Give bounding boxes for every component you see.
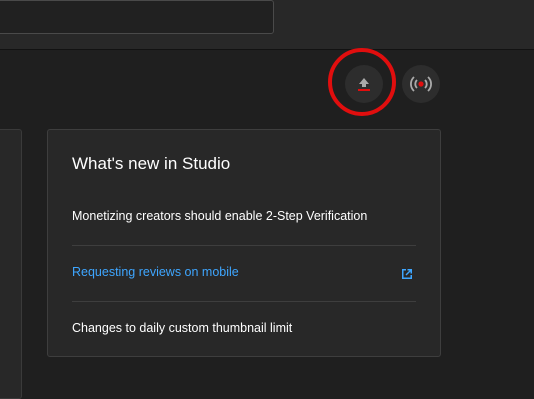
external-link-icon[interactable] (398, 265, 416, 283)
upload-icon (358, 78, 370, 91)
left-dashboard-card (0, 129, 22, 399)
news-item[interactable]: Monetizing creators should enable 2-Step… (72, 208, 416, 224)
news-item[interactable]: Changes to daily custom thumbnail limit (72, 320, 416, 336)
divider (72, 245, 416, 246)
card-title: What's new in Studio (72, 154, 231, 173)
search-input[interactable] (0, 0, 274, 34)
go-live-button[interactable] (402, 65, 440, 103)
live-broadcast-icon (410, 76, 432, 92)
news-item-link[interactable]: Requesting reviews on mobile (72, 264, 416, 280)
upload-button[interactable] (345, 65, 383, 103)
top-bar (0, 0, 534, 50)
divider (72, 301, 416, 302)
whats-new-card: What's new in Studio Monetizing creators… (47, 129, 441, 357)
